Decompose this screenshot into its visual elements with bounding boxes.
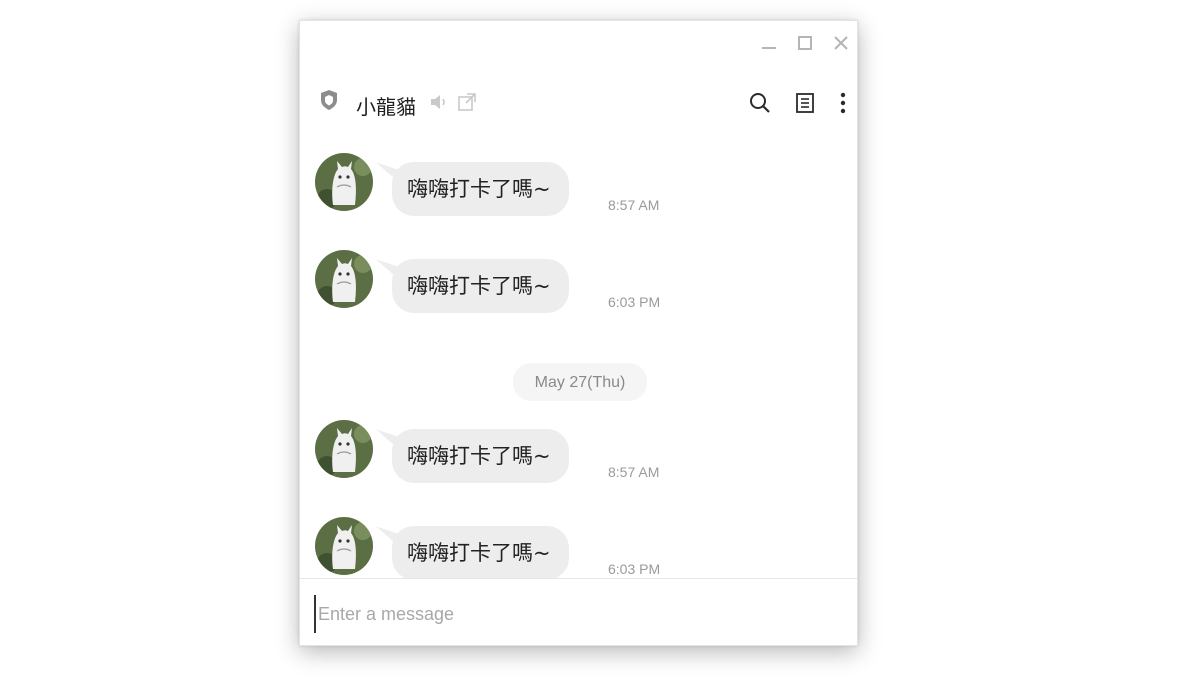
avatar[interactable] — [315, 517, 373, 575]
message-list[interactable]: 嗨嗨打卡了嗎~ 8:57 AM 嗨嗨打卡了嗎~ 6:03 PM May 27(T… — [300, 151, 857, 578]
search-button[interactable] — [746, 89, 774, 117]
chat-window: 小龍貓 嗨嗨打卡了嗎~ 8:57 AM 嗨嗨打卡了嗎~ 6:03 PM May … — [299, 20, 858, 646]
avatar[interactable] — [315, 420, 373, 478]
avatar[interactable] — [315, 250, 373, 308]
close-button[interactable] — [829, 31, 853, 55]
minimize-button[interactable] — [757, 31, 781, 55]
message-bubble[interactable]: 嗨嗨打卡了嗎~ — [392, 429, 569, 483]
minimize-icon — [762, 47, 776, 49]
message-composer — [300, 578, 857, 645]
message-input[interactable] — [314, 595, 840, 633]
close-icon — [834, 36, 848, 50]
message-item: 嗨嗨打卡了嗎~ 8:57 AM — [315, 420, 715, 483]
message-item: 嗨嗨打卡了嗎~ 6:03 PM — [315, 250, 715, 313]
search-icon — [750, 93, 770, 113]
notes-button[interactable] — [791, 89, 819, 117]
message-bubble[interactable]: 嗨嗨打卡了嗎~ — [392, 259, 569, 313]
popout-icon[interactable] — [457, 92, 477, 117]
maximize-button[interactable] — [793, 31, 817, 55]
maximize-icon — [798, 36, 812, 50]
message-time: 6:03 PM — [608, 294, 661, 310]
message-time: 8:57 AM — [608, 197, 660, 213]
message-time: 6:03 PM — [608, 561, 661, 577]
message-item: 嗨嗨打卡了嗎~ 8:57 AM — [315, 153, 715, 216]
avatar[interactable] — [315, 153, 373, 211]
date-separator: May 27(Thu) — [513, 363, 647, 401]
more-icon — [840, 92, 846, 114]
message-bubble[interactable]: 嗨嗨打卡了嗎~ — [392, 162, 569, 216]
message-bubble[interactable]: 嗨嗨打卡了嗎~ — [392, 526, 569, 578]
notes-icon — [796, 93, 814, 113]
shield-icon — [319, 89, 339, 116]
chat-title: 小龍貓 — [356, 95, 416, 119]
mute-icon — [429, 93, 449, 116]
more-button[interactable] — [829, 89, 857, 117]
chat-header: 小龍貓 — [300, 83, 857, 123]
message-item: 嗨嗨打卡了嗎~ 6:03 PM — [315, 517, 715, 578]
message-time: 8:57 AM — [608, 464, 660, 480]
